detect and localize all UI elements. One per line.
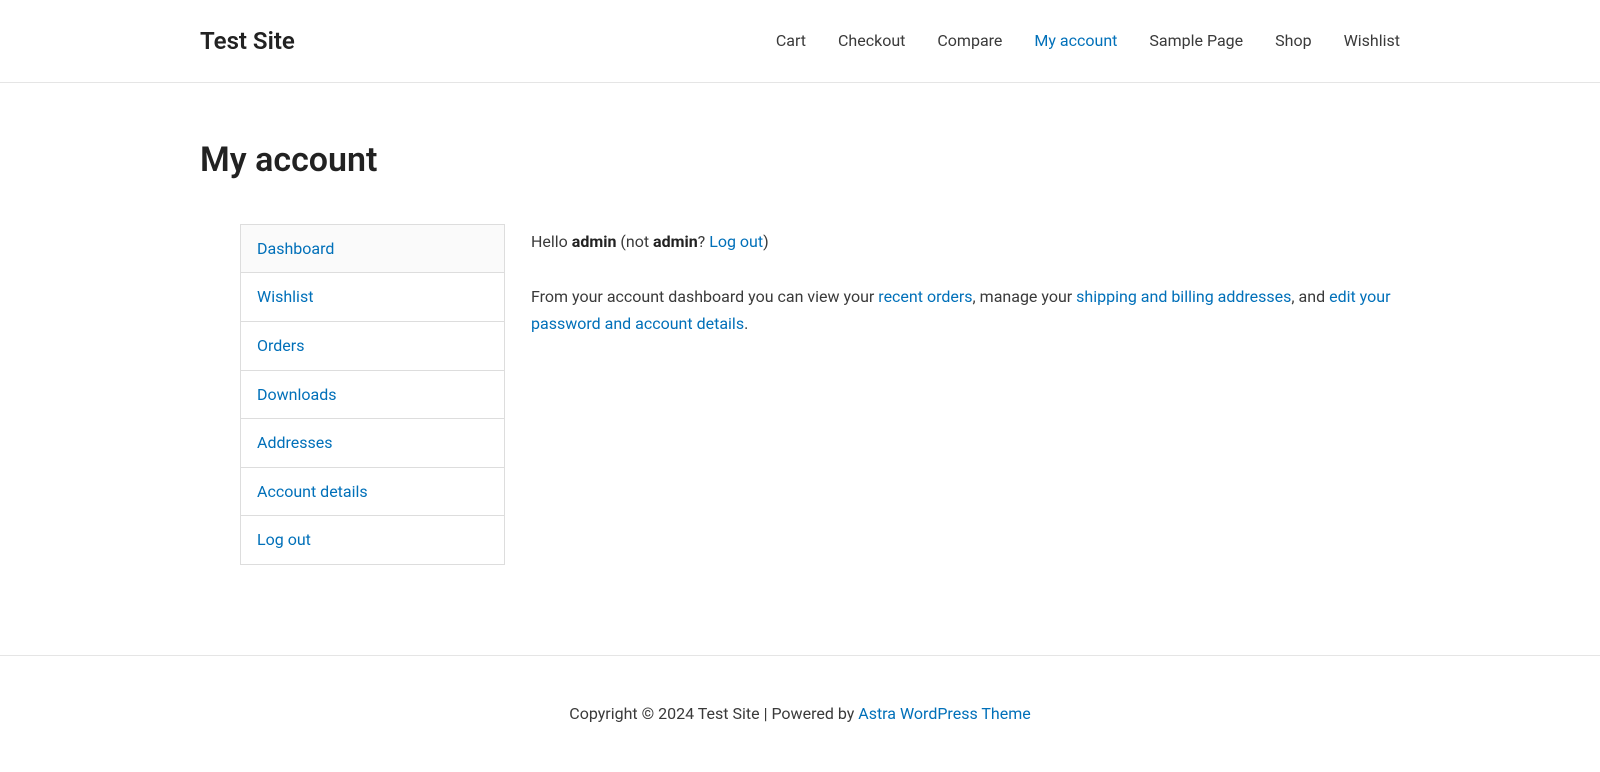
nav-item-shop[interactable]: Shop xyxy=(1275,28,1311,54)
addresses-link[interactable]: shipping and billing addresses xyxy=(1076,287,1291,306)
nav-item-my-account[interactable]: My account xyxy=(1034,28,1117,54)
dashboard-description: From your account dashboard you can view… xyxy=(531,283,1400,337)
greeting-not-suffix: ? xyxy=(698,232,710,251)
desc-text-1: From your account dashboard you can view… xyxy=(531,287,878,306)
nav-item-checkout[interactable]: Checkout xyxy=(838,28,905,54)
greeting-not-prefix: (not xyxy=(616,232,653,251)
site-title[interactable]: Test Site xyxy=(200,22,295,60)
site-header: Test Site Cart Checkout Compare My accou… xyxy=(0,0,1600,83)
account-nav-addresses[interactable]: Addresses xyxy=(241,419,504,468)
desc-text-2: , manage your xyxy=(973,287,1077,306)
footer-text: Copyright © 2024 Test Site | Powered by xyxy=(569,704,858,723)
primary-nav: Cart Checkout Compare My account Sample … xyxy=(776,28,1400,54)
site-footer: Copyright © 2024 Test Site | Powered by … xyxy=(0,656,1600,772)
desc-text-3: , and xyxy=(1291,287,1329,306)
greeting-not-username: admin xyxy=(653,232,698,251)
account-nav-account-details[interactable]: Account details xyxy=(241,468,504,517)
theme-link[interactable]: Astra WordPress Theme xyxy=(858,704,1030,723)
page-title: My account xyxy=(200,133,1400,187)
nav-item-compare[interactable]: Compare xyxy=(937,28,1002,54)
desc-text-4: . xyxy=(744,314,748,333)
logout-link[interactable]: Log out xyxy=(709,232,763,251)
nav-item-wishlist[interactable]: Wishlist xyxy=(1344,28,1400,54)
recent-orders-link[interactable]: recent orders xyxy=(878,287,972,306)
nav-item-cart[interactable]: Cart xyxy=(776,28,806,54)
greeting-prefix: Hello xyxy=(531,232,572,251)
greeting-close: ) xyxy=(763,232,769,251)
account-nav-downloads[interactable]: Downloads xyxy=(241,371,504,420)
account-nav-logout[interactable]: Log out xyxy=(241,516,504,564)
account-layout: Dashboard Wishlist Orders Downloads Addr… xyxy=(200,224,1400,565)
account-content: Hello admin (not admin? Log out) From yo… xyxy=(531,224,1400,565)
account-nav-wishlist[interactable]: Wishlist xyxy=(241,273,504,322)
account-nav-orders[interactable]: Orders xyxy=(241,322,504,371)
main-content: My account Dashboard Wishlist Orders Dow… xyxy=(0,83,1600,655)
greeting-text: Hello admin (not admin? Log out) xyxy=(531,228,1400,255)
nav-item-sample-page[interactable]: Sample Page xyxy=(1149,28,1243,54)
greeting-username: admin xyxy=(572,232,617,251)
account-nav: Dashboard Wishlist Orders Downloads Addr… xyxy=(240,224,505,565)
account-nav-dashboard[interactable]: Dashboard xyxy=(241,225,504,274)
